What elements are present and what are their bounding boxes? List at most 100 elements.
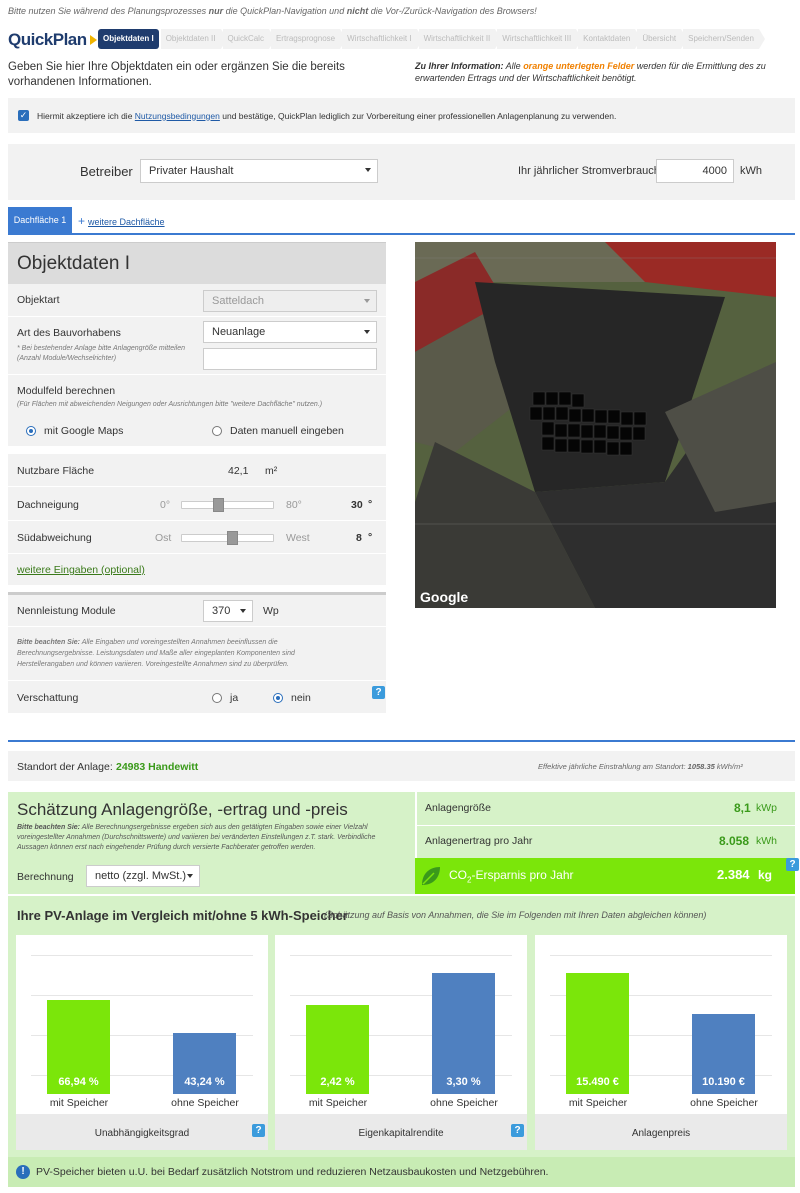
nennleistung-row: Nennleistung Module 370 Wp (8, 595, 386, 627)
modulfeld-row: Modulfeld berechnen (Für Flächen mit abw… (8, 375, 386, 447)
step-kontaktdaten[interactable]: Kontaktdaten (578, 29, 642, 49)
bauvorhaben-row: Art des Bauvorhabens * Bei bestehender A… (8, 317, 386, 375)
flaeche-unit: m² (265, 465, 278, 477)
step-objektdaten-2[interactable]: Objektdaten II (160, 29, 227, 49)
suedabweichung-min: Ost (155, 532, 172, 544)
degree-unit: ° (368, 531, 373, 543)
flaeche-label: Nutzbare Fläche (17, 465, 95, 477)
verschattung-row: Verschattung ja nein (8, 681, 386, 714)
chevron-down-icon (240, 609, 246, 613)
tab-dachflaeche-1[interactable]: Dachfläche 1 (8, 207, 72, 233)
dachneigung-row: Dachneigung 0° 80° 30 ° (8, 487, 386, 521)
chart-anlagenpreis: 15.490 € 10.190 € mit Speicher ohne Spei… (535, 935, 787, 1150)
consumption-input[interactable]: 4000 (656, 159, 734, 183)
radio-selected-icon (273, 693, 283, 704)
berechnung-select[interactable]: netto (zzgl. MwSt.) (86, 865, 200, 887)
step-wirtschaftlichkeit-1[interactable]: Wirtschaftlichkeit I (342, 29, 424, 49)
terms-link[interactable]: Nutzungsbedingungen (135, 111, 220, 121)
chart-title: Anlagenpreis (535, 1114, 787, 1150)
bar-mit-speicher: 2,42 % (306, 1005, 369, 1094)
category-label: mit Speicher (568, 1097, 628, 1109)
info-icon: ! (16, 1165, 30, 1179)
chart-eigenkapitalrendite: 2,42 % 3,30 % mit Speicher ohne Speicher… (275, 935, 527, 1150)
groesse-value: 8,1 (734, 801, 751, 815)
step-uebersicht[interactable]: Übersicht (637, 29, 687, 49)
nennleistung-select[interactable]: 370 (203, 600, 253, 622)
step-wirtschaftlichkeit-2[interactable]: Wirtschaftlichkeit II (418, 29, 501, 49)
bar-mit-speicher: 15.490 € (566, 973, 629, 1094)
help-icon[interactable]: ? (511, 1124, 524, 1137)
google-map[interactable]: Google (415, 242, 776, 608)
anlagengroesse-input[interactable] (203, 348, 377, 370)
terms-text: Hiermit akzeptiere ich die Nutzungsbedin… (37, 110, 617, 121)
terms-row: ✓ Hiermit akzeptiere ich die Nutzungsbed… (8, 98, 795, 133)
roof-tabs: Dachfläche 1 + weitere Dachfläche (8, 207, 795, 235)
co2-unit: kg (758, 868, 773, 882)
objektart-select[interactable]: Satteldach (203, 290, 377, 312)
option-manuell[interactable]: Daten manuell eingeben (212, 425, 344, 437)
category-label: ohne Speicher (430, 1097, 498, 1109)
nennleistung-unit: Wp (263, 605, 279, 617)
suedabweichung-slider[interactable] (181, 531, 274, 545)
step-navigation: Objektdaten I Objektdaten II QuickCalc E… (98, 29, 765, 49)
storage-note: PV-Speicher bieten u.U. bei Bedarf zusät… (36, 1166, 549, 1178)
flaeche-value: 42,1 (228, 465, 249, 477)
help-icon[interactable]: ? (252, 1124, 265, 1137)
bauvorhaben-select[interactable]: Neuanlage (203, 321, 377, 343)
ertrag-value: 8.058 (719, 834, 750, 848)
option-google-maps[interactable]: mit Google Maps (26, 425, 123, 437)
consumption-label: Ihr jährlicher Stromverbrauch (518, 165, 660, 177)
bar-ohne-speicher: 10.190 € (692, 1014, 755, 1094)
add-roof-link[interactable]: + weitere Dachfläche (78, 214, 165, 228)
category-label: ohne Speicher (171, 1097, 239, 1109)
step-ertragsprognose[interactable]: Ertragsprognose (270, 29, 347, 49)
operator-select[interactable]: Privater Haushalt (140, 159, 378, 183)
step-speichern-senden[interactable]: Speichern/Senden (683, 29, 765, 49)
objektart-row: Objektart Satteldach (8, 284, 386, 317)
quickplan-logo[interactable]: QuickPlan (6, 28, 97, 52)
estimate-title: Schätzung Anlagengröße, -ertrag und -pre… (17, 800, 348, 819)
dachneigung-max: 80° (286, 499, 302, 511)
help-icon[interactable]: ? (372, 686, 385, 699)
suedabweichung-row: Südabweichung Ost West 8 ° (8, 521, 386, 554)
verschattung-nein[interactable]: nein (273, 692, 311, 704)
dachneigung-slider[interactable] (181, 498, 274, 512)
terms-checkbox[interactable]: ✓ (18, 110, 29, 121)
modulfeld-note: (Für Flächen mit abweichenden Neigungen … (17, 401, 323, 408)
hinweis-text: Bitte beachten Sie: Alle Eingaben und vo… (17, 639, 295, 668)
co2-bar: CO2-Ersparnis pro Jahr 2.384 kg (415, 858, 795, 894)
step-objektdaten-1[interactable]: Objektdaten I (98, 29, 159, 49)
verschattung-ja[interactable]: ja (212, 692, 238, 704)
storage-note-bar: ! PV-Speicher bieten u.U. bei Bedarf zus… (8, 1157, 795, 1187)
chevron-down-icon (365, 168, 371, 172)
chevron-down-icon (187, 874, 193, 878)
panel-title: Objektdaten I (8, 242, 386, 284)
bar-ohne-speicher: 3,30 % (432, 973, 495, 1094)
google-brand: Google (420, 589, 469, 605)
section-divider (8, 740, 795, 742)
slider-handle[interactable] (213, 498, 224, 512)
navigation-note: Bitte nutzen Sie während des Planungspro… (8, 6, 537, 16)
comparison-subtitle: (Schätzung auf Basis von Annahmen, die S… (324, 910, 707, 920)
step-quickcalc[interactable]: QuickCalc (222, 29, 276, 49)
degree-unit: ° (368, 498, 373, 510)
dachneigung-min: 0° (160, 499, 171, 511)
estimate-note: Bitte beachten Sie: Alle Berechnungserge… (17, 824, 376, 851)
weitere-eingaben-link[interactable]: weitere Eingaben (optional) (17, 564, 145, 576)
comparison-section: Ihre PV-Anlage im Vergleich mit/ohne 5 k… (8, 895, 795, 1187)
roof-satellite-image (415, 242, 776, 608)
object-data-panel: Objektdaten I Objektart Satteldach Art d… (8, 242, 386, 714)
hinweis-row: Bitte beachten Sie: Alle Eingaben und vo… (8, 627, 386, 681)
category-label: mit Speicher (49, 1097, 109, 1109)
suedabweichung-max: West (286, 532, 310, 544)
help-icon[interactable]: ? (786, 858, 799, 871)
groesse-label: Anlagengröße (425, 802, 491, 814)
dachneigung-label: Dachneigung (17, 499, 79, 511)
chevron-down-icon (364, 299, 370, 303)
step-wirtschaftlichkeit-3[interactable]: Wirtschaftlichkeit III (497, 29, 583, 49)
standort-value: 24983 Handewitt (116, 761, 199, 773)
standort-label: Standort der Anlage: (17, 761, 113, 773)
slider-handle[interactable] (227, 531, 238, 545)
chart-title: Eigenkapitalrendite (275, 1114, 527, 1150)
category-label: ohne Speicher (690, 1097, 758, 1109)
